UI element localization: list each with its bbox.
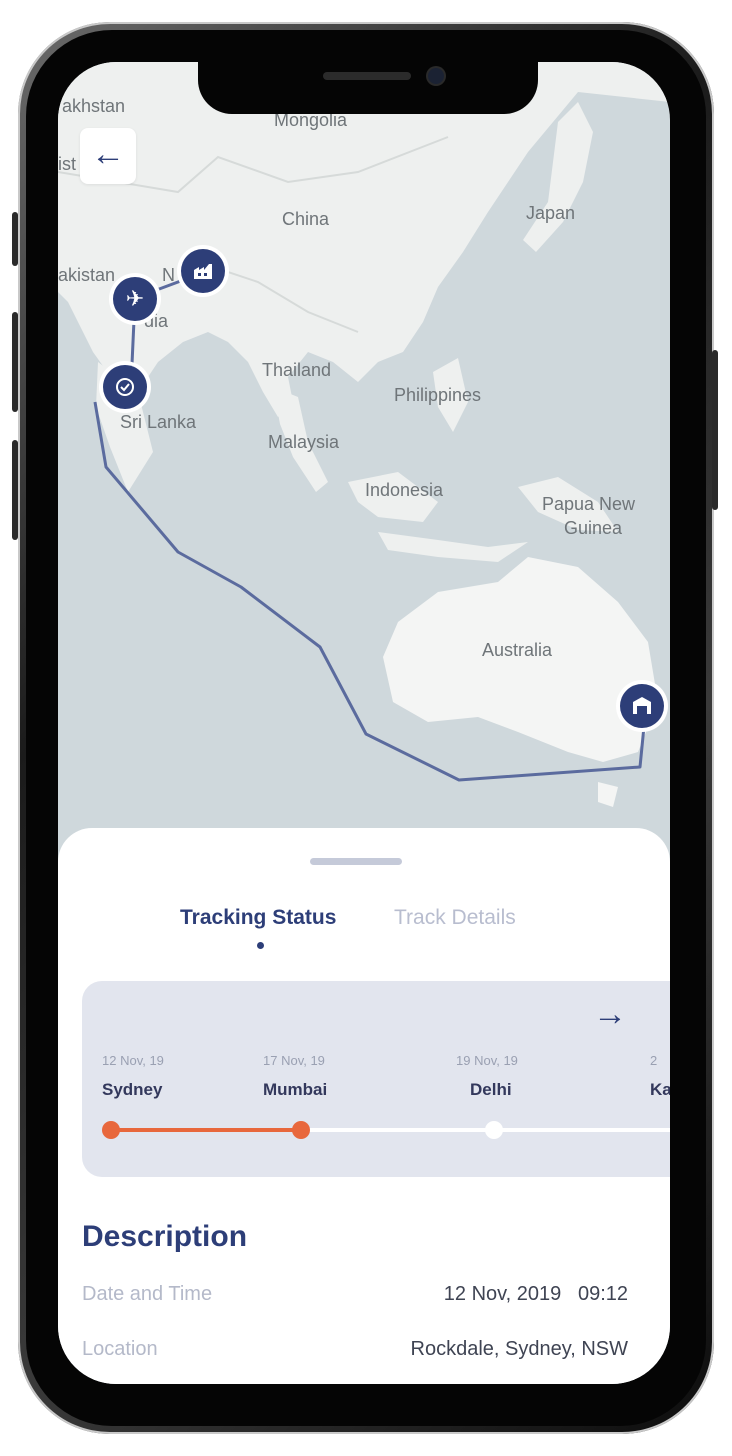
- map-label-indonesia: Indonesia: [365, 480, 444, 500]
- mute-switch: [12, 212, 18, 266]
- stop-city: Delhi: [470, 1080, 512, 1099]
- stop-date: 17 Nov, 19: [263, 1053, 325, 1068]
- airplane-icon: ✈: [125, 286, 145, 311]
- tracking-bottom-sheet: Tracking Status Track Details → 12 Nov, …: [58, 828, 670, 1384]
- volume-down-button: [12, 440, 18, 540]
- description-title: Description: [82, 1220, 248, 1253]
- tracking-timeline-card: → 12 Nov, 19 Sydney 17 Nov, 19 Mumbai 19…: [82, 981, 670, 1177]
- stop-city: Kath: [650, 1080, 670, 1099]
- arrow-left-icon: ←: [91, 135, 125, 173]
- shipment-map[interactable]: akhstan Mongolia China Japan akistan N d…: [58, 62, 670, 862]
- timeline-dot-current: [292, 1121, 310, 1139]
- map-label-china: China: [282, 209, 330, 229]
- tab-tracking-status[interactable]: Tracking Status: [180, 906, 336, 930]
- timeline-stop: 17 Nov, 19 Mumbai: [263, 1053, 393, 1100]
- arrow-right-icon[interactable]: →: [593, 995, 627, 1034]
- tab-track-details[interactable]: Track Details: [394, 906, 516, 930]
- airplane-pin[interactable]: ✈: [113, 277, 157, 321]
- back-button[interactable]: ←: [80, 128, 136, 184]
- check-icon: [116, 378, 134, 396]
- stop-date: 2: [650, 1053, 658, 1068]
- warehouse-icon: [633, 697, 651, 714]
- map-land: [58, 62, 670, 807]
- stop-city: Sydney: [102, 1080, 163, 1099]
- timeline-dot-done: [102, 1121, 120, 1139]
- map-label-edge-fragment: ist: [58, 154, 76, 174]
- map-label-pakistan: akistan: [58, 265, 116, 285]
- volume-up-button: [12, 312, 18, 412]
- map-label-sri-lanka: Sri Lanka: [120, 412, 197, 432]
- location-label: Location: [82, 1338, 158, 1360]
- warehouse-pin[interactable]: [620, 684, 664, 728]
- map-label-papua-new-guinea-line2: Guinea: [564, 518, 623, 538]
- map-label-japan: Japan: [526, 203, 576, 223]
- timeline-stop: 12 Nov, 19 Sydney: [102, 1053, 232, 1100]
- checkpoint-pin[interactable]: [103, 365, 147, 409]
- map-label-kazakhstan: akhstan: [62, 96, 126, 116]
- sheet-drag-handle[interactable]: [310, 858, 402, 865]
- stop-date: 12 Nov, 19: [102, 1053, 164, 1068]
- app-screen: akhstan Mongolia China Japan akistan N d…: [58, 62, 670, 1384]
- factory-pin[interactable]: [181, 249, 225, 293]
- speaker-grille: [323, 72, 411, 80]
- map-label-australia: Australia: [482, 640, 553, 660]
- location-value: Rockdale, Sydney, NSW: [410, 1338, 629, 1360]
- map-label-philippines: Philippines: [394, 385, 482, 405]
- map-label-malaysia: Malaysia: [268, 432, 340, 452]
- factory-icon: [194, 264, 212, 279]
- map-label-papua-new-guinea-line1: Papua New: [542, 494, 636, 514]
- power-button: [712, 350, 718, 510]
- map-label-nepal: N: [162, 265, 175, 285]
- map-label-thailand: Thailand: [262, 360, 332, 380]
- front-camera: [428, 68, 444, 84]
- timeline-stop: 19 Nov, 19 Delhi: [456, 1053, 586, 1100]
- stop-date: 19 Nov, 19: [456, 1053, 518, 1068]
- phone-notch: [198, 62, 538, 114]
- timeline-stop: 2 Kath: [650, 1053, 670, 1100]
- active-tab-indicator: [257, 942, 264, 949]
- date-time-label: Date and Time: [82, 1283, 213, 1305]
- timeline-progress: [109, 1128, 299, 1132]
- stop-city: Mumbai: [263, 1080, 328, 1099]
- date-time-value: 12 Nov, 2019 09:12: [443, 1283, 628, 1305]
- timeline-dot-pending: [485, 1121, 503, 1139]
